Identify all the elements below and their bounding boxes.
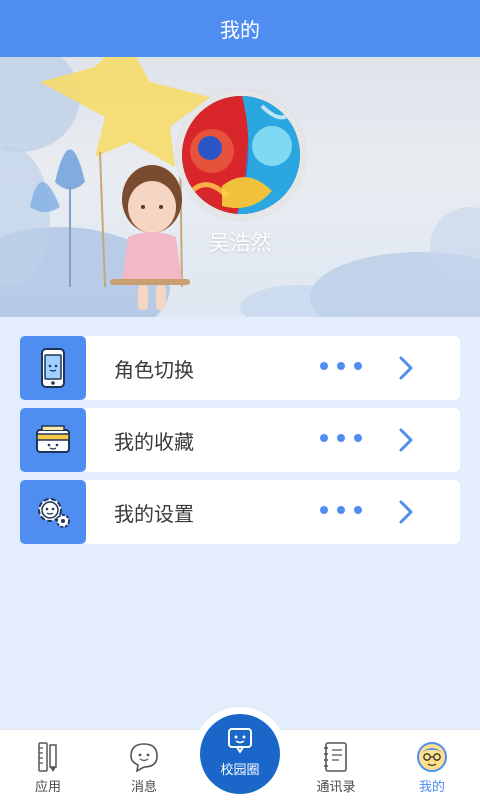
chevron-right-icon bbox=[399, 500, 413, 524]
menu-icon-container bbox=[20, 408, 86, 472]
tab-label: 我的 bbox=[418, 780, 445, 795]
tab-profile[interactable]: 我的 bbox=[384, 730, 480, 800]
wallet-icon bbox=[36, 425, 70, 453]
gear-icon bbox=[38, 498, 70, 528]
more-dots-icon bbox=[320, 506, 362, 514]
tab-apps[interactable]: 应用 bbox=[0, 730, 96, 800]
chevron-right-icon bbox=[399, 428, 413, 452]
avatar-image bbox=[182, 96, 300, 214]
menu-item-settings[interactable]: 我的设置 bbox=[20, 480, 460, 544]
tab-campus[interactable]: 校园圈 bbox=[200, 714, 280, 794]
page-title: 我的 bbox=[220, 18, 260, 42]
user-name: 吴浩然 bbox=[208, 231, 272, 255]
campus-chat-icon bbox=[228, 728, 252, 753]
avatar[interactable] bbox=[176, 90, 306, 220]
tab-contacts[interactable]: 通讯录 bbox=[288, 730, 384, 800]
menu-icon-container bbox=[20, 480, 86, 544]
address-book-icon bbox=[324, 742, 347, 772]
chat-bubble-icon bbox=[130, 743, 158, 773]
menu-item-favorites[interactable]: 我的收藏 bbox=[20, 408, 460, 472]
tab-label: 校园圈 bbox=[220, 763, 260, 778]
tab-label: 通讯录 bbox=[316, 780, 356, 795]
more-dots-icon bbox=[320, 362, 362, 370]
top-bar: 我的 bbox=[0, 0, 480, 57]
tab-label: 消息 bbox=[130, 780, 157, 795]
ruler-pencil-icon bbox=[38, 742, 57, 772]
chevron-right-icon bbox=[399, 356, 413, 380]
tab-label: 应用 bbox=[34, 780, 61, 795]
user-face-icon bbox=[417, 742, 447, 772]
menu-icon-container bbox=[20, 336, 86, 400]
tab-messages[interactable]: 消息 bbox=[96, 730, 192, 800]
phone-icon bbox=[41, 348, 65, 388]
menu-item-role-switch[interactable]: 角色切换 bbox=[20, 336, 460, 400]
more-dots-icon bbox=[320, 434, 362, 442]
profile-banner: 吴浩然 bbox=[0, 57, 480, 317]
menu-list: 角色切换 我的收藏 我的设置 bbox=[20, 336, 460, 552]
